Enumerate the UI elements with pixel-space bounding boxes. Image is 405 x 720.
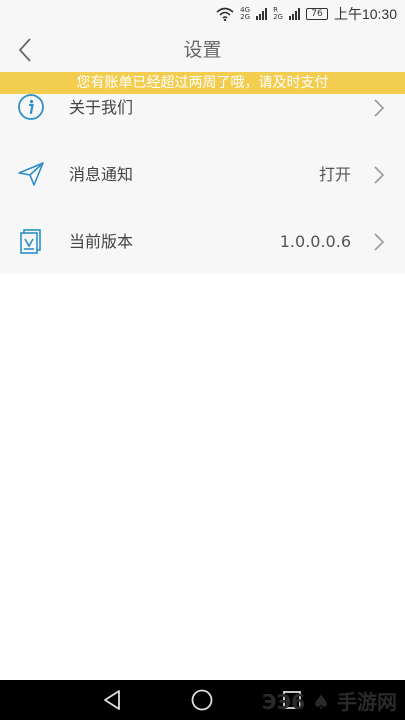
system-nav-bar: ЭЭ6 ♠ 手游网 (0, 680, 405, 720)
paper-plane-icon (16, 159, 46, 189)
chevron-right-icon (374, 233, 385, 251)
status-bar: 4G 2G R 2G 76 上午10:30 (0, 0, 405, 28)
version-icon (16, 226, 46, 256)
sim2-network-label: R 2G (273, 7, 283, 21)
settings-list: 关于我们 消息通知 打开 当前版本 1.0.0.0.6 (0, 74, 405, 274)
notifications-status: 打开 (318, 165, 351, 184)
sim2-network-bottom: 2G (273, 13, 283, 21)
version-number: 1.0.0.0.6 (279, 232, 351, 251)
chevron-right-icon (374, 166, 385, 184)
chevron-right-icon (374, 99, 385, 117)
home-circle-icon[interactable] (190, 688, 214, 712)
settings-item-notifications[interactable]: 消息通知 打开 (0, 141, 405, 208)
status-indicators: 4G 2G R 2G 76 上午10:30 (216, 4, 397, 24)
chevron-left-icon (18, 38, 31, 62)
sim1-network-bottom: 2G (240, 13, 251, 21)
battery-icon: 76 (305, 8, 328, 20)
battery-level: 76 (311, 9, 323, 19)
back-button[interactable] (10, 34, 40, 66)
sim1-signal-icon (256, 8, 268, 20)
back-triangle-icon[interactable] (100, 688, 124, 712)
settings-item-version[interactable]: 当前版本 1.0.0.0.6 (0, 208, 405, 275)
watermark: ЭЭ6 ♠ 手游网 (261, 690, 397, 714)
wifi-icon (216, 7, 234, 21)
clock: 上午10:30 (333, 6, 397, 22)
info-icon (16, 92, 46, 122)
header: 设置 (0, 28, 405, 72)
sim2-signal-icon (288, 8, 300, 20)
settings-item-label: 当前版本 (69, 232, 134, 251)
overdue-bill-banner[interactable]: 您有账单已经超过两周了哦，请及时支付 (0, 72, 405, 94)
sim1-network-label: 4G 2G (240, 7, 250, 21)
page-title: 设置 (183, 39, 222, 61)
settings-item-label: 消息通知 (69, 165, 134, 184)
